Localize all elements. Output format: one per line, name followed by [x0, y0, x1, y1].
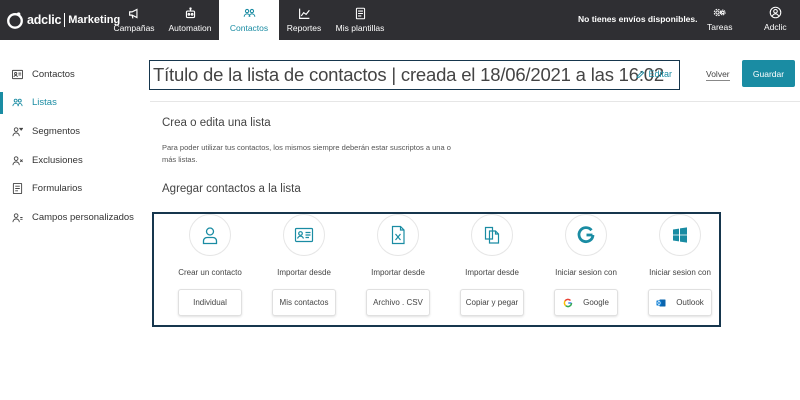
sidebar-item-label: Exclusiones	[32, 154, 83, 166]
nav-label: Contactos	[229, 23, 269, 33]
sidebar-item-formularios[interactable]: Formularios	[0, 174, 148, 203]
user-label: Adclic	[764, 22, 787, 32]
user-menu[interactable]: Adclic	[764, 6, 787, 32]
users-icon	[12, 99, 23, 107]
nav-campanas[interactable]: Campañas	[107, 0, 161, 40]
contact-card-icon	[12, 69, 23, 79]
option-button-label: Mis contactos	[279, 298, 329, 307]
chart-icon	[298, 8, 310, 19]
individual-button[interactable]: Individual	[178, 289, 242, 316]
sidebar-item-label: Campos personalizados	[32, 211, 134, 223]
edit-title-link[interactable]: Editar	[636, 69, 672, 79]
outlook-icon	[656, 299, 666, 306]
add-contacts-title: Agregar contactos a la lista	[162, 183, 301, 195]
google-g-icon	[577, 226, 595, 244]
section-description: Para poder utilizar tus contactos, los m…	[162, 143, 451, 164]
page-title: Título de la lista de contactos | creada…	[153, 64, 664, 85]
pencil-icon	[637, 70, 645, 78]
edit-label: Editar	[648, 69, 672, 79]
sidebar-item-label: Formularios	[32, 183, 83, 195]
sidebar-item-label: Segmentos	[32, 125, 81, 137]
mis-contactos-button[interactable]: Mis contactos	[272, 289, 336, 316]
option-individual: Crear un contacto Individual	[163, 214, 257, 325]
sidebar-item-segmentos[interactable]: Segmentos	[0, 117, 148, 146]
option-button-label: Individual	[193, 298, 227, 307]
option-label: Iniciar sesion con	[649, 268, 711, 277]
user-circle-icon	[769, 6, 782, 19]
segment-icon	[12, 127, 23, 137]
adclic-logo-icon	[7, 12, 23, 29]
sidebar-item-label: Contactos	[32, 68, 75, 80]
user-icon	[202, 227, 218, 245]
option-icon-circle	[471, 214, 513, 256]
megaphone-icon	[128, 8, 138, 19]
robot-icon	[185, 7, 195, 19]
nav-label: Automation	[168, 23, 212, 33]
copiar-pegar-button[interactable]: Copiar y pegar	[460, 289, 524, 316]
top-navbar: adclic Marketing Campañas Automation Con…	[0, 0, 800, 40]
gears-icon	[713, 8, 726, 17]
nav-label: Campañas	[113, 23, 155, 33]
save-button[interactable]: Guardar	[742, 60, 795, 87]
option-copiar-pegar: Importar desde Copiar y pegar	[445, 214, 539, 325]
sidebar: Contactos Listas Segmentos Exclusiones F…	[0, 60, 148, 232]
option-button-label: Google	[583, 298, 609, 307]
back-link[interactable]: Volver	[706, 69, 730, 81]
main-nav: Campañas Automation Contactos Reportes M…	[107, 0, 391, 40]
option-icon-circle	[659, 214, 701, 256]
notice-text: No tienes envíos disponibles.	[578, 14, 698, 24]
template-icon	[355, 7, 365, 20]
sidebar-item-campos-personalizados[interactable]: Campos personalizados	[0, 203, 148, 232]
option-archivo-csv: Importar desde Archivo . CSV	[351, 214, 445, 325]
nav-mis-plantillas[interactable]: Mis plantillas	[329, 0, 391, 40]
list-title-box: Título de la lista de contactos | creada…	[149, 60, 680, 90]
sidebar-item-exclusiones[interactable]: Exclusiones	[0, 146, 148, 175]
sidebar-item-label: Listas	[32, 97, 57, 109]
tasks-label: Tareas	[707, 22, 733, 32]
brand-logo[interactable]: adclic Marketing	[6, 10, 120, 30]
option-button-label: Outlook	[676, 298, 704, 307]
id-card-icon	[294, 227, 314, 243]
user-x-icon	[12, 155, 23, 165]
google-button[interactable]: Google	[554, 289, 618, 316]
tasks-button[interactable]: Tareas	[707, 6, 733, 32]
option-button-label: Copiar y pegar	[465, 298, 519, 307]
form-icon	[12, 183, 23, 195]
nav-automation[interactable]: Automation	[161, 0, 219, 40]
outlook-button[interactable]: Outlook	[648, 289, 712, 316]
option-icon-circle	[565, 214, 607, 256]
section-title: Crea o edita una lista	[162, 117, 271, 129]
sidebar-item-listas[interactable]: Listas	[0, 89, 148, 118]
nav-contactos[interactable]: Contactos	[219, 0, 279, 40]
brand-separator	[64, 13, 66, 27]
excel-file-icon	[391, 225, 405, 245]
option-button-label: Archivo . CSV	[373, 298, 423, 307]
archivo-csv-button[interactable]: Archivo . CSV	[366, 289, 430, 316]
option-icon-circle	[377, 214, 419, 256]
option-icon-circle	[189, 214, 231, 256]
copy-icon	[484, 226, 500, 244]
nav-reportes[interactable]: Reportes	[279, 0, 329, 40]
user-fields-icon	[12, 213, 23, 222]
header-divider	[150, 101, 800, 102]
nav-label: Reportes	[286, 23, 322, 33]
option-mis-contactos: Importar desde Mis contactos	[257, 214, 351, 325]
brand-name: adclic	[27, 13, 62, 27]
sidebar-item-contactos[interactable]: Contactos	[0, 60, 148, 89]
contacts-icon	[243, 8, 255, 17]
option-icon-circle	[283, 214, 325, 256]
google-icon	[563, 298, 573, 307]
nav-label: Mis plantillas	[335, 23, 385, 33]
option-google: Iniciar sesion con Google	[539, 214, 633, 325]
import-options: Crear un contacto Individual Importar de…	[152, 212, 721, 327]
option-outlook: Iniciar sesion con Outlook	[633, 214, 727, 325]
windows-icon	[673, 227, 687, 243]
